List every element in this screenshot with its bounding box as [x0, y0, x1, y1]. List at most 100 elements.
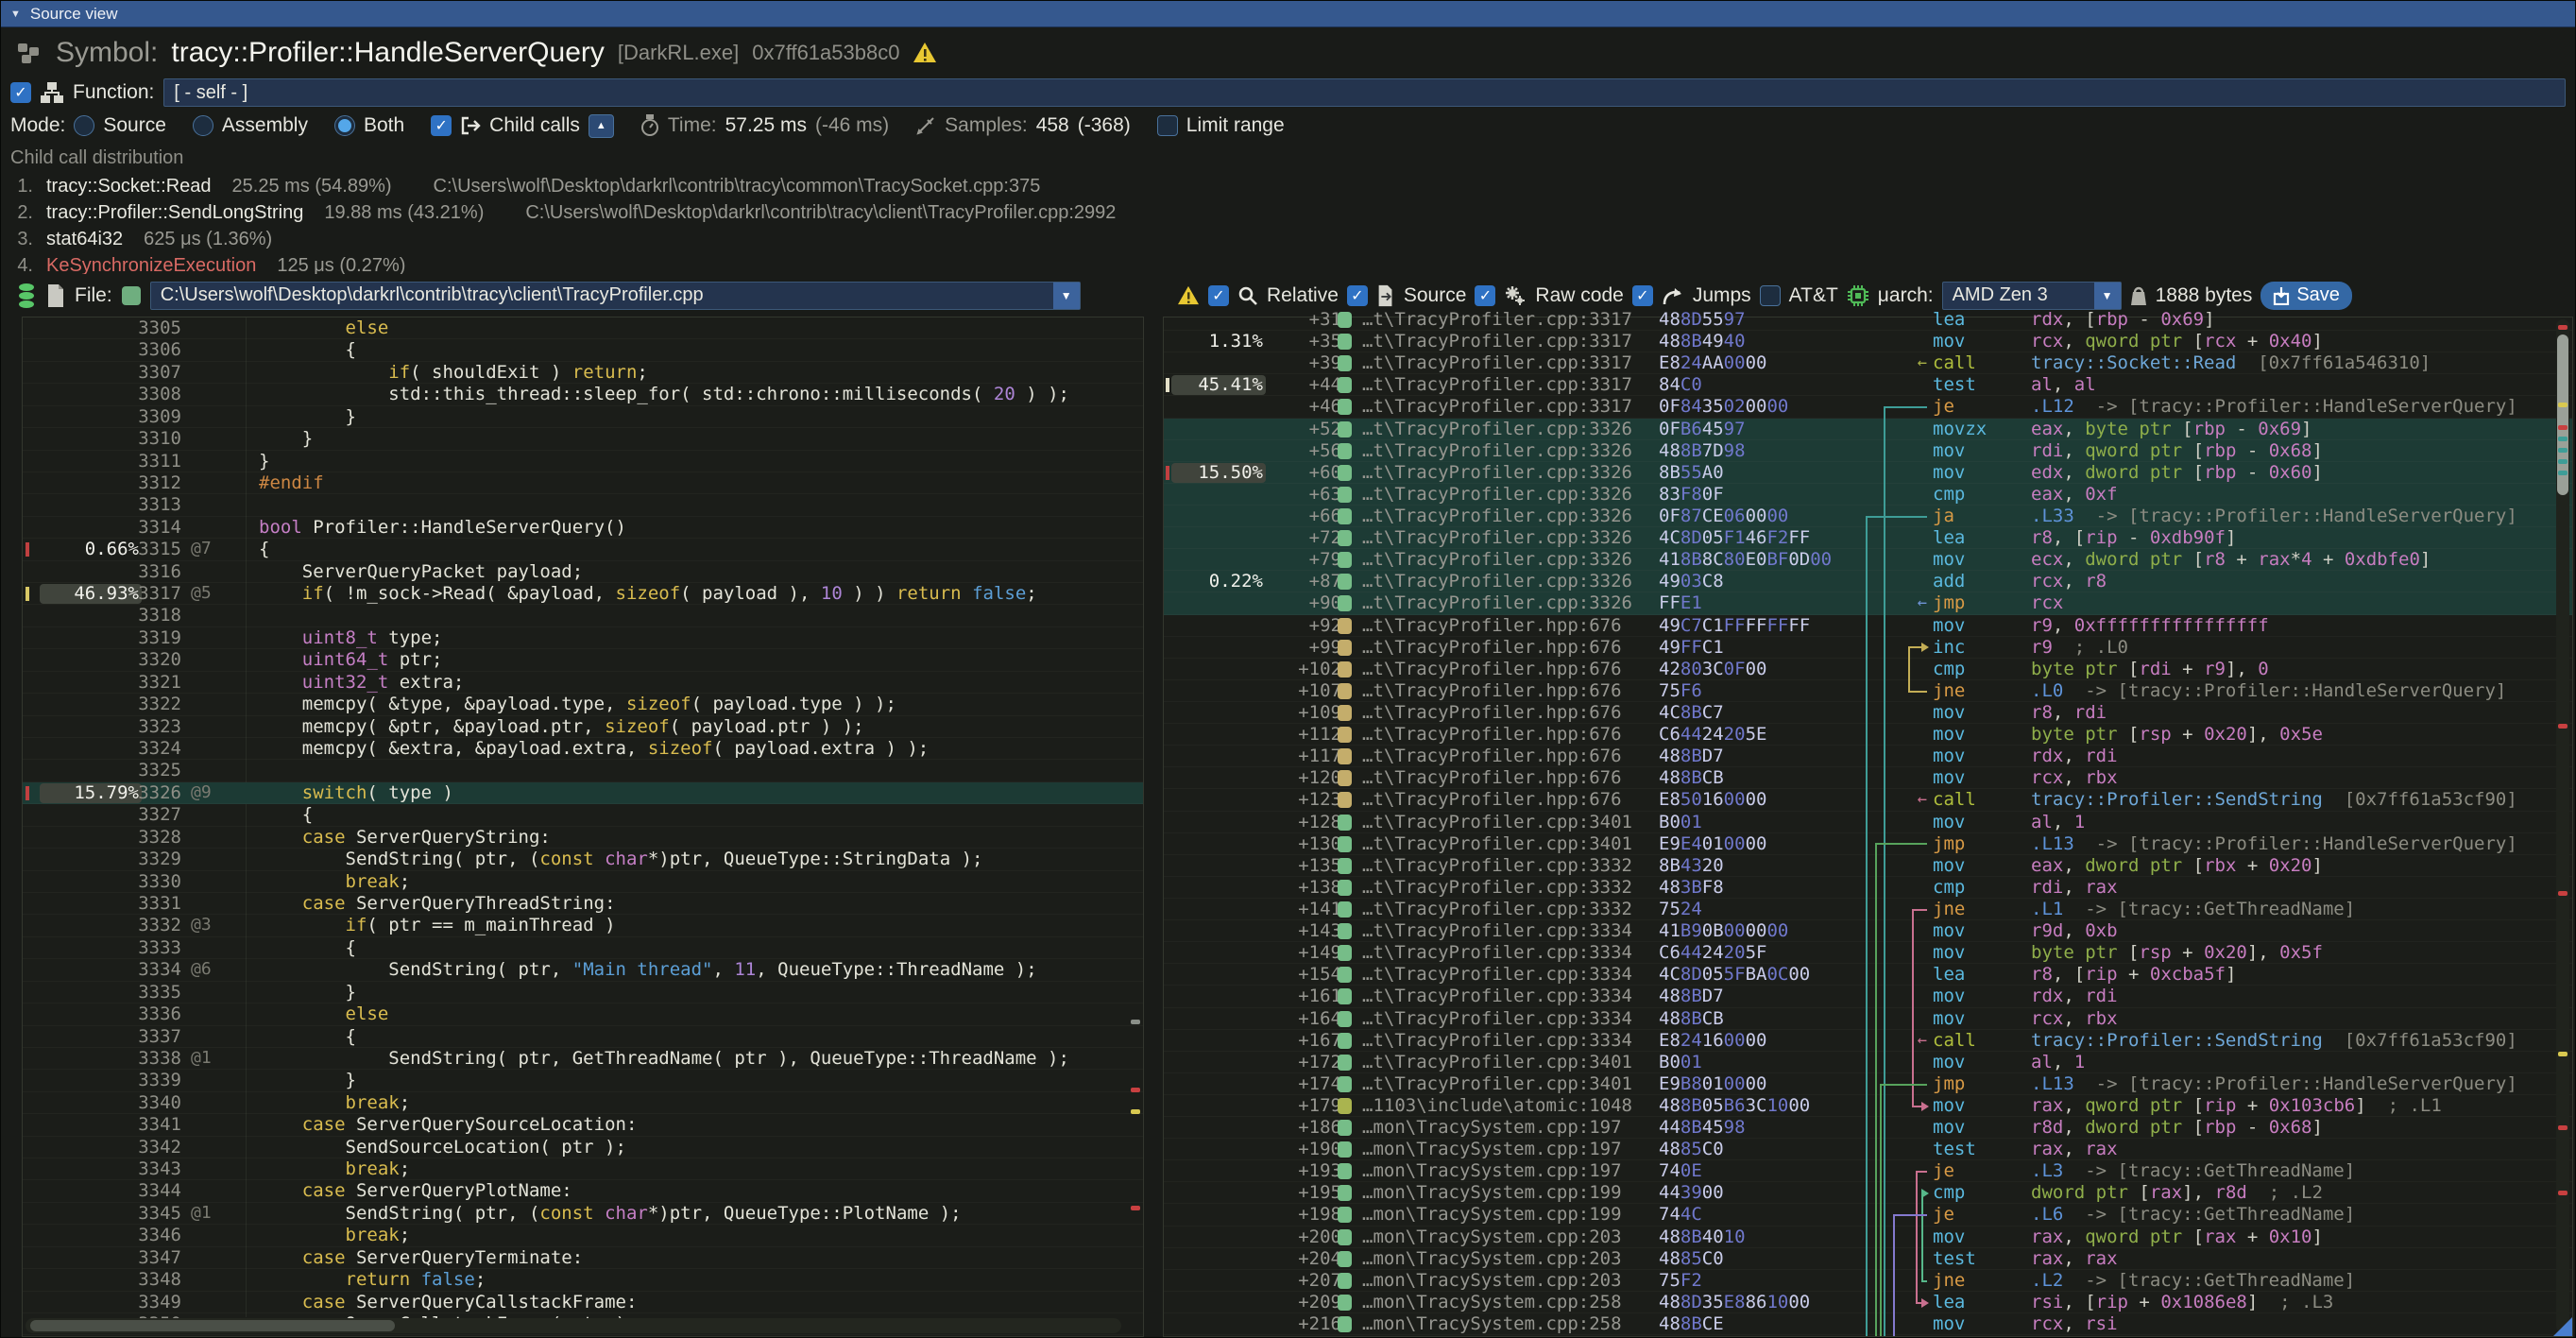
source-line[interactable]: 3318 [23, 605, 1143, 626]
source-line[interactable]: 3334@6 SendString( ptr, "Main thread", 1… [23, 959, 1143, 981]
source-line[interactable]: 3308 std::this_thread::sleep_for( std::c… [23, 384, 1143, 405]
asm-row[interactable]: +154…t\TracyProfiler.cpp:33344C8D055FBA0… [1164, 964, 2572, 986]
asm-row[interactable]: +72…t\TracyProfiler.cpp:33264C8D05F146F2… [1164, 527, 2572, 549]
line-number[interactable]: 3308 [128, 384, 181, 404]
child-call-name[interactable]: tracy::Socket::Read [46, 176, 212, 197]
asm-row[interactable]: +149…t\TracyProfiler.cpp:3334C64424205Fm… [1164, 942, 2572, 964]
asm-location[interactable]: …t\TracyProfiler.hpp:676 [1362, 724, 1622, 745]
asm-location[interactable]: …t\TracyProfiler.cpp:3332 [1362, 899, 1632, 919]
asm-row[interactable]: 0.22%+87…t\TracyProfiler.cpp:33264903C8a… [1164, 571, 2572, 592]
source-label[interactable]: Source [1404, 284, 1467, 307]
line-number[interactable]: 3337 [128, 1026, 181, 1047]
asm-row[interactable]: +56…t\TracyProfiler.cpp:3326488B7D98movr… [1164, 440, 2572, 462]
limit-range-label[interactable]: Limit range [1186, 114, 1285, 137]
source-line[interactable]: 3337 { [23, 1026, 1143, 1048]
line-number[interactable]: 3318 [128, 605, 181, 626]
asm-row[interactable]: +99…t\TracyProfiler.hpp:67649FFC1incr9 ;… [1164, 637, 2572, 659]
asm-row[interactable]: +143…t\TracyProfiler.cpp:333441B90B00000… [1164, 920, 2572, 942]
line-number[interactable]: 3332 [128, 915, 181, 935]
asm-location[interactable]: …t\TracyProfiler.cpp:3326 [1362, 549, 1632, 570]
asm-row[interactable]: +207…mon\TracySystem.cpp:20375F2jne.L2 -… [1164, 1270, 2572, 1292]
title-bar[interactable]: ▼ Source view [1, 1, 2575, 27]
line-number[interactable]: 3320 [128, 649, 181, 670]
function-checkbox[interactable]: ✓ [10, 82, 31, 103]
line-number[interactable]: 3342 [128, 1137, 181, 1158]
asm-row[interactable]: +190…mon\TracySystem.cpp:1974885C0testra… [1164, 1139, 2572, 1160]
source-vertical-scrollbar[interactable] [1129, 319, 1140, 1315]
source-line[interactable]: 3305 else [23, 317, 1143, 339]
function-select[interactable]: [ - self - ] [163, 78, 2566, 107]
line-number[interactable]: 3305 [128, 317, 181, 338]
asm-location[interactable]: …mon\TracySystem.cpp:197 [1362, 1139, 1622, 1159]
file-select[interactable]: C:\Users\wolf\Desktop\darkrl\contrib\tra… [150, 282, 1081, 310]
line-number[interactable]: 3330 [128, 871, 181, 892]
save-button[interactable]: Save [2260, 282, 2352, 310]
asm-row[interactable]: +164…t\TracyProfiler.cpp:3334488BCBmovrc… [1164, 1008, 2572, 1030]
asm-row[interactable]: +200…mon\TracySystem.cpp:203488B4010movr… [1164, 1226, 2572, 1248]
radio-assembly[interactable] [193, 115, 213, 136]
line-number[interactable]: 3325 [128, 760, 181, 780]
source-line[interactable]: 3335 } [23, 982, 1143, 1004]
child-calls-checkbox[interactable]: ✓ [431, 115, 452, 136]
asm-location[interactable]: …t\TracyProfiler.cpp:3334 [1362, 942, 1632, 963]
asm-location[interactable]: …mon\TracySystem.cpp:203 [1362, 1270, 1622, 1291]
asm-location[interactable]: …t\TracyProfiler.hpp:676 [1362, 789, 1622, 810]
source-line[interactable]: 3306 { [23, 339, 1143, 361]
asm-row[interactable]: +179…1103\include\atomic:1048488B05B63C1… [1164, 1095, 2572, 1117]
collapse-up-button[interactable]: ▲ [589, 114, 614, 138]
line-number[interactable]: 3319 [128, 627, 181, 648]
source-line[interactable]: 3312#endif [23, 472, 1143, 494]
asm-location[interactable]: …t\TracyProfiler.cpp:3326 [1362, 462, 1632, 483]
att-label[interactable]: AT&T [1789, 284, 1838, 307]
asm-row[interactable]: +128…t\TracyProfiler.cpp:3401B001moval, … [1164, 812, 2572, 833]
line-number[interactable]: 3335 [128, 982, 181, 1003]
source-line[interactable]: 3341 case ServerQuerySourceLocation: [23, 1114, 1143, 1136]
line-number[interactable]: 3321 [128, 672, 181, 693]
asm-row[interactable]: +63…t\TracyProfiler.cpp:332683F80Fcmpeax… [1164, 484, 2572, 506]
asm-row[interactable]: 45.41%+44…t\TracyProfiler.cpp:331784C0te… [1164, 374, 2572, 396]
asm-location[interactable]: …t\TracyProfiler.cpp:3326 [1362, 484, 1632, 505]
source-line[interactable]: 15.79%3326@9 switch( type ) [23, 782, 1143, 804]
child-call-name[interactable]: stat64i32 [46, 229, 123, 250]
asm-row[interactable]: +117…t\TracyProfiler.hpp:676488BD7movrdx… [1164, 746, 2572, 767]
asm-row[interactable]: +123…t\TracyProfiler.hpp:676E850160000←c… [1164, 789, 2572, 811]
asm-location[interactable]: …mon\TracySystem.cpp:258 [1362, 1292, 1622, 1312]
asm-location[interactable]: …t\TracyProfiler.cpp:3326 [1362, 571, 1632, 592]
child-call-item[interactable]: 1.tracy::Socket::Read25.25 ms (54.89%)C:… [1, 173, 2575, 199]
asm-location[interactable]: …t\TracyProfiler.hpp:676 [1362, 659, 1622, 679]
asm-row[interactable]: +204…mon\TracySystem.cpp:2034885C0testra… [1164, 1248, 2572, 1270]
source-line[interactable]: 3314bool Profiler::HandleServerQuery() [23, 517, 1143, 539]
asm-row[interactable]: +90…t\TracyProfiler.cpp:3326FFE1←jmprcx [1164, 592, 2572, 614]
source-line[interactable]: 3309 } [23, 406, 1143, 428]
source-line[interactable]: 3346 break; [23, 1225, 1143, 1246]
asm-row[interactable]: +186…mon\TracySystem.cpp:197448B4598movr… [1164, 1117, 2572, 1139]
source-line[interactable]: 3349 case ServerQueryCallstackFrame: [23, 1292, 1143, 1313]
asm-location[interactable]: …t\TracyProfiler.cpp:3401 [1362, 812, 1632, 832]
line-number[interactable]: 3343 [128, 1158, 181, 1179]
line-number[interactable]: 3336 [128, 1004, 181, 1024]
source-line[interactable]: 3330 break; [23, 871, 1143, 893]
line-number[interactable]: 3341 [128, 1114, 181, 1135]
line-number[interactable]: 3349 [128, 1292, 181, 1312]
asm-location[interactable]: …t\TracyProfiler.cpp:3334 [1362, 1030, 1632, 1051]
source-line[interactable]: 3320 uint64_t ptr; [23, 649, 1143, 671]
line-number[interactable]: 3324 [128, 738, 181, 759]
radio-assembly-label[interactable]: Assembly [222, 114, 308, 137]
line-number[interactable]: 3328 [128, 827, 181, 848]
march-select[interactable]: AMD Zen 3 ▼ [1942, 282, 2122, 310]
line-number[interactable]: 3322 [128, 694, 181, 714]
database-icon[interactable] [16, 283, 37, 309]
asm-row[interactable]: +109…t\TracyProfiler.hpp:6764C8BC7movr8,… [1164, 702, 2572, 724]
scrollbar-thumb[interactable] [30, 1320, 395, 1331]
child-calls-label[interactable]: Child calls [489, 114, 580, 137]
line-number[interactable]: 3347 [128, 1247, 181, 1268]
asm-location[interactable]: …t\TracyProfiler.cpp:3401 [1362, 1052, 1632, 1072]
line-number[interactable]: 3312 [128, 472, 181, 493]
line-number[interactable]: 3338 [128, 1048, 181, 1069]
asm-row[interactable]: +92…t\TracyProfiler.hpp:67649C7C1FFFFFFF… [1164, 615, 2572, 637]
source-line[interactable]: 3331 case ServerQueryThreadString: [23, 893, 1143, 915]
child-call-name[interactable]: KeSynchronizeExecution [46, 255, 256, 275]
asm-row[interactable]: +138…t\TracyProfiler.cpp:3332483BF8cmprd… [1164, 877, 2572, 899]
line-number[interactable]: 3311 [128, 451, 181, 472]
line-number[interactable]: 3326 [128, 782, 181, 803]
